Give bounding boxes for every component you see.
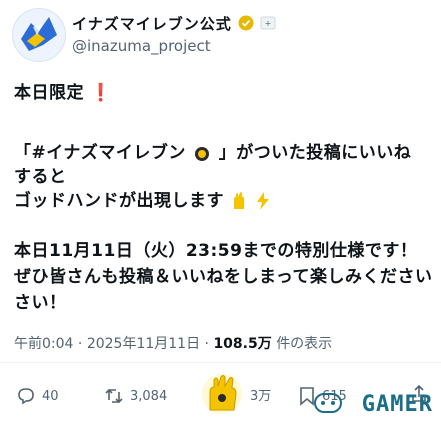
gamer-logo-icon [314,393,342,413]
godhand-like-icon [202,374,242,414]
tweet-date[interactable]: 2025年11月11日 [87,336,200,352]
view-count: 108.5万 [213,336,272,352]
meta-separator: · [77,336,87,352]
tweet-text-godhand: ゴッドハンドが出現します [14,191,224,211]
view-label: 件の表示 [276,336,333,352]
svg-text:+: + [264,19,271,28]
reply-icon [18,388,34,405]
tweet-line-5: 本日11月11日（火）23:59までの特別仕様です！ [14,241,418,261]
tweet-line-6: ぜひ皆さんも投稿＆いいねをしまって楽しみください [14,267,433,287]
tweet-meta: 午前0:04 · 2025年11月11日 · 108.5万 件の表示 [14,333,332,353]
tweet-text-limited: 本日限定 [14,83,84,103]
divider [0,362,441,363]
hashtag-close: 」がついた投稿にいいね [218,143,412,163]
repost-button[interactable]: 3,084 [104,386,167,406]
repost-count: 3,084 [130,388,168,404]
subscribe-icon[interactable]: + [260,16,276,30]
display-name[interactable]: イナズマイレブン公式 [72,13,232,34]
handle[interactable]: @inazuma_project [72,37,211,55]
tweet-time[interactable]: 午前0:04 [14,336,73,352]
tweet-header: イナズマイレブン公式 + @inazuma_project [12,6,432,62]
name-row: イナズマイレブン公式 + [72,12,276,34]
verified-badge-icon [238,15,254,31]
hashtag-open[interactable]: 「#イナズマイレブン [14,143,186,163]
exclamation-icon: ❗ [90,83,113,103]
hand-emoji-icon [195,147,210,161]
watermark-text: GAMER [361,392,433,417]
avatar[interactable] [12,8,66,62]
logo-icon [21,17,57,51]
tweet-line-4: ゴッドハンドが出現します [14,186,271,211]
tweet-line-1: 本日限定 ❗ [14,78,112,103]
tweet-line-3: すると [14,167,67,187]
like-button[interactable]: 3万 [200,372,271,416]
action-bar: 40 3,084 3万 615 GAMER [0,368,441,428]
reply-count: 40 [42,388,59,404]
lightning-icon [256,192,269,210]
hand-emoji-icon [234,192,245,209]
reply-button[interactable]: 40 [16,386,59,406]
tweet-line-2: 「#イナズマイレブン 」がついた投稿にいいね [14,138,411,163]
tweet-line-7: さい！ [14,293,67,313]
repost-icon [105,388,123,404]
